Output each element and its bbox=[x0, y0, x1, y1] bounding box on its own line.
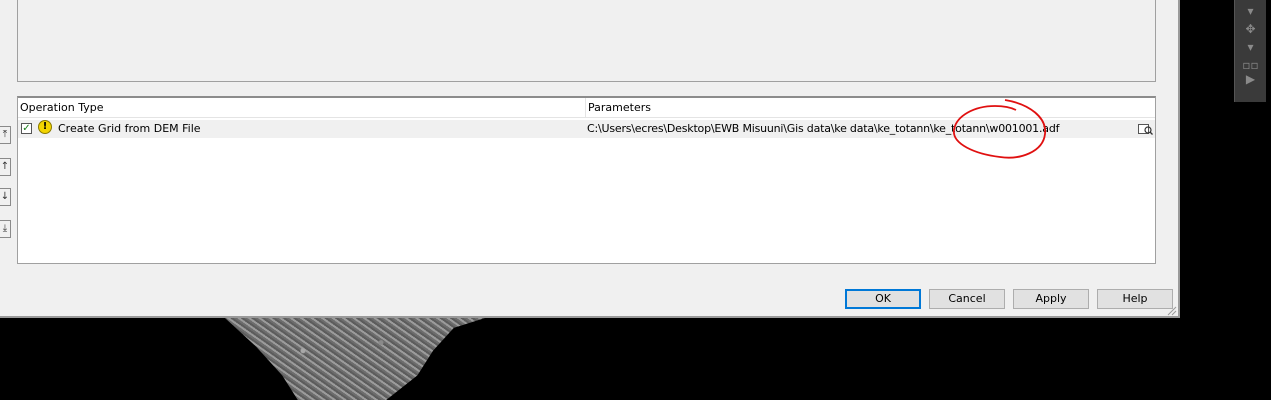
grid-operations-dialog: ⤒ ↑ ↓ ⤓ Operation Type Parameters ✓ ! Cr… bbox=[0, 0, 1180, 318]
warning-icon: ! bbox=[38, 120, 52, 134]
apply-button[interactable]: Apply bbox=[1013, 289, 1089, 309]
parameters-cell[interactable]: C:\Users\ecres\Desktop\EWB Misuuni\Gis d… bbox=[587, 122, 1059, 135]
column-header-parameters[interactable]: Parameters bbox=[586, 98, 1155, 118]
move-up-button[interactable]: ↑ bbox=[0, 158, 11, 176]
row-enabled-checkbox[interactable]: ✓ bbox=[21, 123, 32, 134]
move-up-icon: ↑ bbox=[0, 161, 10, 172]
move-down-button[interactable]: ↓ bbox=[0, 188, 11, 206]
table-row[interactable]: ✓ ! Create Grid from DEM File C:\Users\e… bbox=[18, 120, 1155, 138]
resize-grip-icon[interactable] bbox=[1165, 304, 1177, 316]
move-bottom-button[interactable]: ⤓ bbox=[0, 220, 11, 238]
side-toolbar: ▾ ✥ ▾ ▫▫ ▶ bbox=[1234, 0, 1266, 102]
help-button[interactable]: Help bbox=[1097, 289, 1173, 309]
play-icon[interactable]: ▶ bbox=[1242, 72, 1259, 86]
grid-view-icon[interactable]: ▫▫ bbox=[1242, 58, 1259, 72]
pan-icon[interactable]: ✥ bbox=[1242, 22, 1259, 36]
cancel-button[interactable]: Cancel bbox=[929, 289, 1005, 309]
column-header-operation-type[interactable]: Operation Type bbox=[18, 98, 586, 118]
operation-type-cell: Create Grid from DEM File bbox=[58, 122, 201, 135]
terrain-map-background bbox=[225, 318, 485, 400]
upper-panel bbox=[17, 0, 1156, 82]
ok-button[interactable]: OK bbox=[845, 289, 921, 309]
operations-grid: Operation Type Parameters ✓ ! Create Gri… bbox=[17, 96, 1156, 264]
move-top-icon: ⤒ bbox=[2, 129, 8, 140]
move-down-icon: ↓ bbox=[0, 191, 10, 202]
folder-browse-icon[interactable] bbox=[1138, 122, 1153, 135]
move-top-button[interactable]: ⤒ bbox=[0, 126, 11, 144]
caret-down-icon[interactable]: ▾ bbox=[1242, 4, 1259, 18]
caret-down-icon[interactable]: ▾ bbox=[1242, 40, 1259, 54]
move-bottom-icon: ⤓ bbox=[2, 223, 8, 234]
